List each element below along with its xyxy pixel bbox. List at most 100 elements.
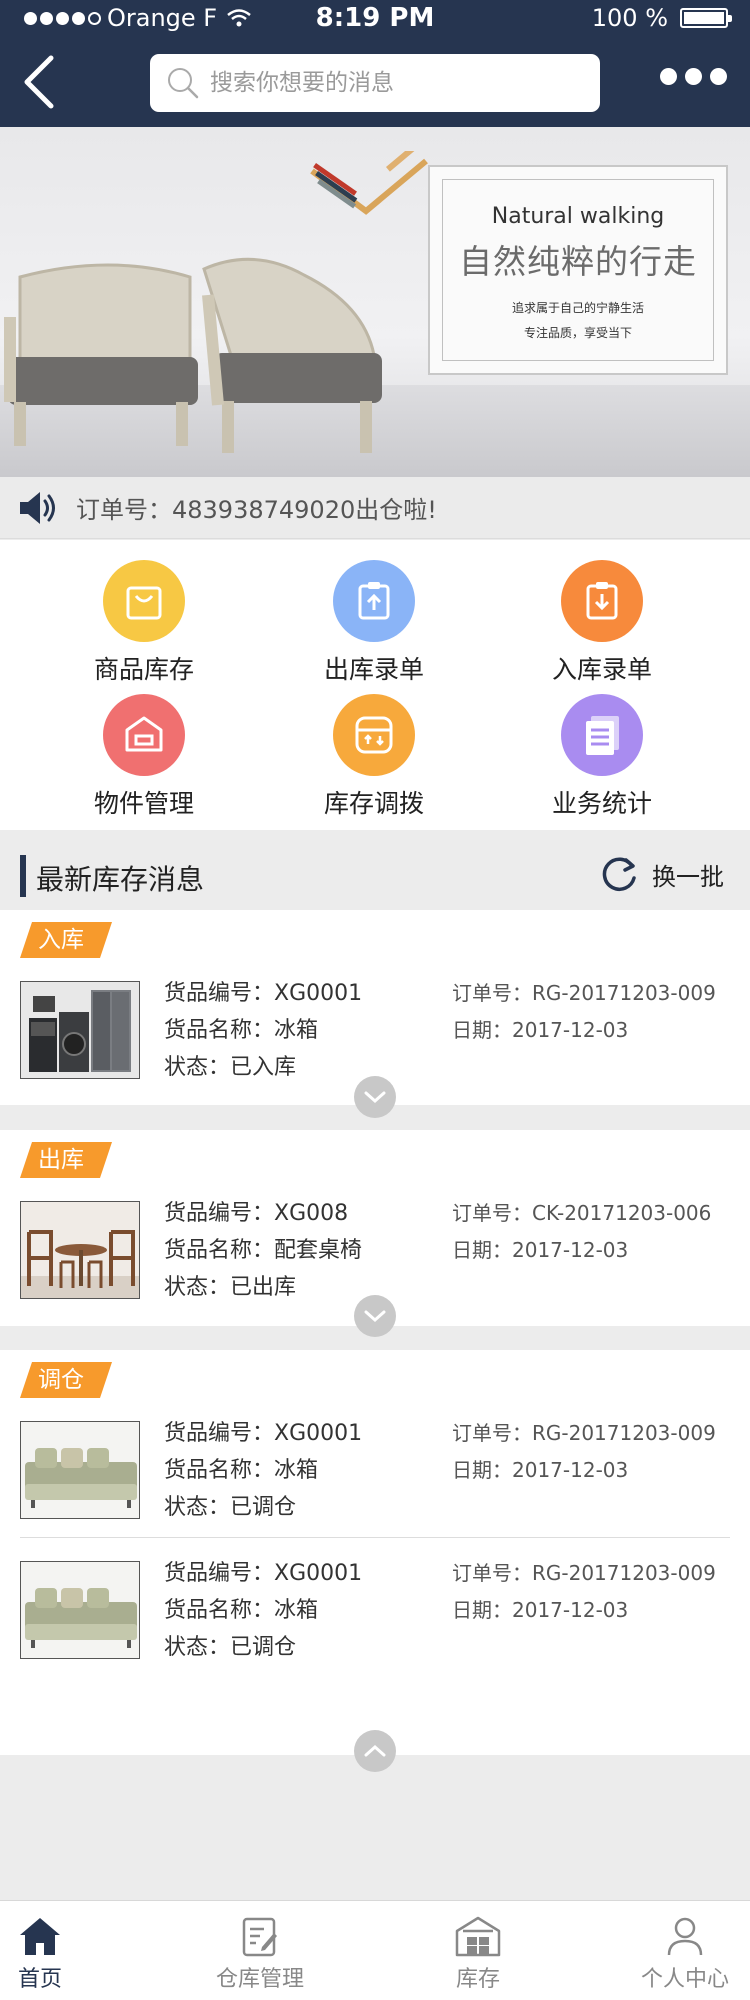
tab-warehouse-management[interactable]: 仓库管理 [185,1909,335,1993]
product-thumbnail [20,1561,140,1659]
item-status: 状态：已调仓 [164,1635,297,1660]
menu-icon-bg [103,560,185,642]
menu-label: 物件管理 [93,789,194,818]
item-order: 订单号：RG-20171203-009 [452,1421,716,1445]
banner-title-en: Natural walking [491,204,665,229]
item-date: 日期：2017-12-03 [452,1458,629,1482]
banner-subtitle: 专注品质，享受当下 [523,326,632,340]
more-button[interactable] [660,68,727,85]
stock-item[interactable]: 货品编号：XG0001 货品名称：冰箱 状态：已调仓 订单号：RG-201712… [0,1561,750,1701]
section-accent-bar [20,855,26,897]
item-code: 货品编号：XG0001 [164,1421,363,1446]
item-name: 货品名称：冰箱 [164,1458,319,1483]
chevron-left-icon [24,55,54,109]
tab-label: 库存 [455,1967,500,1992]
item-name: 货品名称：配套桌椅 [164,1238,363,1263]
warehouse-icon [455,1916,501,1957]
clipboard-out-icon [358,582,390,620]
refresh-button[interactable]: 换一批 [600,854,724,894]
product-thumbnail [20,1421,140,1519]
item-name: 货品名称：冰箱 [164,1018,319,1043]
product-thumbnail [20,981,140,1079]
menu-item-stock-transfer[interactable]: 库存调拨 [274,694,474,820]
item-order: 订单号：RG-20171203-009 [452,1561,716,1585]
item-code: 货品编号：XG0001 [164,981,363,1006]
stock-card-transfer: 调仓 货品编号：XG0001 货品名称：冰箱 状态：已调仓 订单号：RG-201… [0,1350,750,1755]
product-thumbnail [20,1201,140,1299]
promo-banner[interactable]: Natural walking 自然纯粹的行走 追求属于自己的宁静生活 专注品质… [0,127,750,477]
notice-bar[interactable]: 订单号：483938749020出仓啦! [0,477,750,539]
tab-home[interactable]: 首页 [0,1909,115,1993]
menu-label: 库存调拨 [323,789,424,818]
tab-label: 个人中心 [640,1967,729,1992]
item-status: 状态：已出库 [164,1275,297,1300]
bottom-tab-bar: 首页 仓库管理 库存 个人中心 [0,1900,750,2000]
dot-icon [660,68,677,85]
stock-card-outbound: 出库 货品编号：XG008 货品名称：配套桌椅 状态：已出库 订单号：CK-20… [0,1130,750,1337]
item-meta: 订单号：RG-20171203-009 日期：2017-12-03 [452,1415,716,1489]
top-bar: Orange F 8:19 PM 100 % [0,0,750,127]
battery-icon [680,8,732,28]
item-meta: 订单号：RG-20171203-009 日期：2017-12-03 [452,975,716,1049]
stock-item[interactable]: 货品编号：XG0001 货品名称：冰箱 状态：已调仓 订单号：RG-201712… [0,1421,750,1561]
menu-item-outbound-entry[interactable]: 出库录单 [274,560,474,686]
collapse-button[interactable] [354,1730,396,1772]
expand-button[interactable] [354,1295,396,1337]
search-icon [168,68,199,99]
armchair-image [202,257,382,453]
item-order: 订单号：RG-20171203-009 [452,981,716,1005]
item-meta: 订单号：CK-20171203-006 日期：2017-12-03 [452,1195,711,1269]
menu-label: 业务统计 [551,789,652,818]
section-header: 最新库存消息 换一批 [0,830,750,910]
stock-card-inbound: 入库 货品编号：XG0001 货品名称：冰箱 状态：已入库 订单号：RG-201… [0,910,750,1118]
expand-button[interactable] [354,1076,396,1118]
battery-percent: 100 % [591,4,668,32]
banner-frame: Natural walking 自然纯粹的行走 追求属于自己的宁静生活 专注品质… [428,165,728,375]
card-tag: 调仓 [20,1362,112,1398]
bookshelf-image [310,151,428,215]
item-status: 状态：已调仓 [164,1495,297,1520]
menu-label: 入库录单 [551,655,652,684]
speaker-icon [20,491,55,524]
tab-profile[interactable]: 个人中心 [610,1909,750,1993]
search-bar[interactable] [150,54,600,112]
menu-icon-bg [103,694,185,776]
menu-item-object-management[interactable]: 物件管理 [44,694,244,820]
box-icon [125,716,163,752]
menu-label: 出库录单 [323,655,424,684]
banner-title-zh: 自然纯粹的行走 [459,242,697,281]
menu-icon-bg [333,694,415,776]
card-tag: 出库 [20,1142,112,1178]
notice-text: 订单号：483938749020出仓啦! [76,496,437,524]
dot-icon [710,68,727,85]
menu-item-business-stats[interactable]: 业务统计 [502,694,702,820]
item-date: 日期：2017-12-03 [452,1238,629,1262]
item-code: 货品编号：XG008 [164,1201,349,1226]
menu-item-product-stock[interactable]: 商品库存 [44,560,244,686]
back-button[interactable] [14,52,64,112]
chevron-up-icon [364,1744,386,1757]
chevron-down-icon [364,1310,386,1323]
item-info: 货品编号：XG0001 货品名称：冰箱 状态：已入库 [164,975,362,1086]
tab-label: 仓库管理 [215,1967,304,1992]
chevron-down-icon [364,1091,386,1104]
menu-label: 商品库存 [93,655,194,684]
shopping-bag-icon [126,586,162,620]
refresh-label: 换一批 [652,862,724,891]
banner-subtitle: 追求属于自己的宁静生活 [511,301,644,315]
transfer-icon [355,716,393,754]
menu-item-inbound-entry[interactable]: 入库录单 [502,560,702,686]
item-order: 订单号：CK-20171203-006 [452,1201,712,1225]
card-tag: 入库 [20,922,112,958]
menu-icon-bg [561,560,643,642]
tab-inventory[interactable]: 库存 [403,1909,553,1993]
document-stats-icon [586,716,619,755]
search-input[interactable] [210,70,600,96]
menu-icon-bg [333,560,415,642]
armchair-image [4,263,198,446]
edit-document-icon [242,1917,277,1957]
item-info: 货品编号：XG008 货品名称：配套桌椅 状态：已出库 [164,1195,362,1306]
item-divider [20,1537,730,1538]
function-menu: 商品库存 出库录单 入库录单 物件管理 库存调拨 业务统计 [0,540,750,830]
menu-icon-bg [561,694,643,776]
